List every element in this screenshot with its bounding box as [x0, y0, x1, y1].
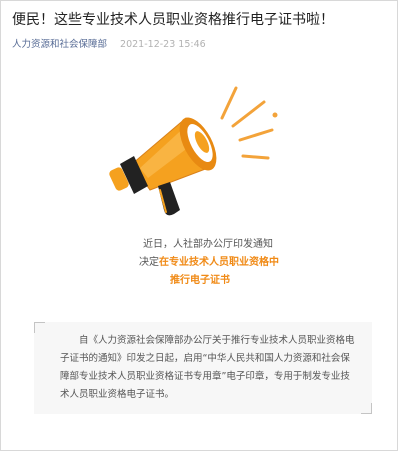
notice-card: 自《人力资源社会保障部办公厅关于推行专业技术人员职业资格电子证书的通知》印发之日…: [34, 322, 372, 414]
megaphone-icon: [109, 86, 278, 216]
notice-text: 自《人力资源社会保障部办公厅关于推行专业技术人员职业资格电子证书的通知》印发之日…: [60, 335, 355, 400]
publish-date: 2021-12-23 15:46: [120, 39, 206, 50]
intro-line-1: 近日，人社部办公厅印发通知: [143, 239, 273, 250]
account-name-link[interactable]: 人力资源和社会保障部: [12, 39, 107, 50]
intro-line-3-highlight: 推行电子证书: [170, 275, 230, 286]
article-title: 便民！这些专业技术人员职业资格推行电子证书啦！: [12, 12, 334, 28]
sound-rays: [220, 86, 274, 160]
article-meta: 人力资源和社会保障部 2021-12-23 15:46: [12, 38, 206, 52]
decor-dot: [272, 112, 278, 118]
intro-line-2-highlight: 在专业技术人员职业资格中: [159, 257, 279, 268]
intro-line-2-prefix: 决定: [139, 257, 159, 268]
intro-block: 近日，人社部办公厅印发通知 决定在专业技术人员职业资格中 推行电子证书: [0, 236, 400, 290]
corner-bracket-bottom-right: [361, 403, 372, 414]
megaphone-body: [109, 117, 217, 216]
corner-bracket-top-left: [34, 322, 45, 333]
intro-line-2: 决定在专业技术人员职业资格中: [0, 254, 400, 272]
